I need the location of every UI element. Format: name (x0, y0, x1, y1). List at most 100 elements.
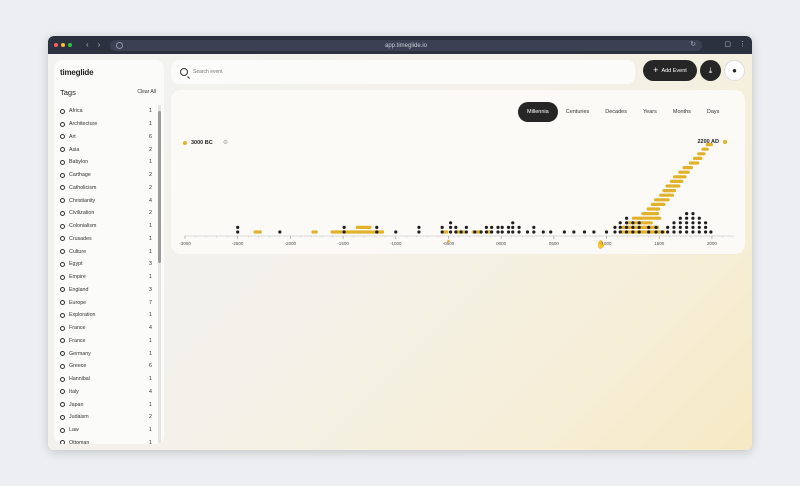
timeline-event-dot[interactable] (691, 225, 695, 229)
tag-item[interactable]: Ottoman 1 (60, 437, 152, 444)
timeline-event-dot[interactable] (375, 225, 379, 229)
tag-item[interactable]: Japan 1 (60, 398, 152, 411)
tab-years[interactable]: Years (635, 102, 665, 122)
timeline-event-dot[interactable] (678, 225, 682, 229)
timeline-event-dot[interactable] (666, 225, 670, 229)
timeline-event-dot[interactable] (448, 230, 453, 234)
tag-item[interactable]: Africa 1 (60, 105, 152, 118)
timeline-event-dot[interactable] (464, 225, 468, 229)
tag-item[interactable]: Asia 2 (60, 143, 152, 156)
tag-radio[interactable] (60, 338, 65, 344)
tab-millennia[interactable]: Millennia (518, 102, 558, 122)
timeline-event-dot[interactable] (624, 216, 629, 220)
timeline-event-dot[interactable] (541, 230, 545, 234)
timeline-event-dot[interactable] (500, 230, 504, 234)
tab-months[interactable]: Months (665, 102, 699, 122)
timeline-event-dot[interactable] (637, 230, 641, 234)
timeline-event-dot[interactable] (496, 225, 500, 229)
timeline-event-dot[interactable] (691, 216, 695, 220)
timeline-event-dot[interactable] (417, 225, 421, 229)
more-menu-icon[interactable]: ⋮ (739, 40, 746, 49)
back-arrow-icon[interactable]: ‹ (86, 41, 89, 49)
tag-radio[interactable] (60, 287, 65, 293)
app-logo[interactable]: timeglide (60, 68, 94, 77)
timeline-event-dot[interactable] (704, 225, 708, 229)
tag-radio[interactable] (60, 249, 65, 255)
tag-radio[interactable] (60, 427, 65, 433)
reload-icon[interactable]: ↻ (690, 41, 696, 49)
tag-radio[interactable] (60, 121, 65, 127)
timeline-event-dot[interactable] (685, 212, 689, 216)
timeline-event-dot[interactable] (473, 230, 477, 234)
timeline-event-dot[interactable] (490, 230, 494, 234)
tag-radio[interactable] (60, 134, 65, 140)
timeline-event-dot[interactable] (691, 230, 695, 234)
forward-arrow-icon[interactable]: › (98, 41, 101, 49)
timeline-event-dot[interactable] (454, 230, 458, 234)
timeline-event-dot[interactable] (685, 230, 689, 234)
clear-all-button[interactable]: Clear All (137, 89, 156, 95)
timeline-event-dot[interactable] (624, 230, 629, 234)
tag-radio[interactable] (60, 108, 65, 114)
timeline-event-dot[interactable] (511, 221, 515, 225)
timeline-event-dot[interactable] (672, 225, 676, 229)
timeline-event-dot[interactable] (506, 225, 511, 229)
timeline-event-span[interactable] (311, 230, 318, 234)
timeline-event-dot[interactable] (678, 221, 682, 225)
timeline-event-dot[interactable] (506, 230, 511, 234)
timeline-event-dot[interactable] (484, 225, 488, 229)
timeline-event-dot[interactable] (500, 225, 504, 229)
tag-item[interactable]: Catholicism 2 (60, 182, 152, 195)
timeline-event-dot[interactable] (691, 221, 695, 225)
tag-item[interactable]: Carthage 2 (60, 169, 152, 182)
timeline-event-span[interactable] (631, 216, 662, 220)
timeline-event-dot[interactable] (666, 230, 670, 234)
timeline-event-dot[interactable] (464, 230, 468, 234)
extensions-icon[interactable]: ▢ (724, 40, 731, 49)
timeline-event-span[interactable] (641, 212, 660, 216)
timeline-event-dot[interactable] (511, 230, 515, 234)
timeline-event-dot[interactable] (624, 221, 629, 225)
timeline-event-dot[interactable] (417, 230, 421, 234)
timeline-event-dot[interactable] (375, 230, 379, 234)
timeline-event-dot[interactable] (678, 216, 682, 220)
timeline-event-dot[interactable] (549, 230, 553, 234)
tag-radio[interactable] (60, 376, 65, 382)
timeline-event-dot[interactable] (697, 225, 701, 229)
timeline-event-dot[interactable] (454, 225, 458, 229)
tab-decades[interactable]: Decades (597, 102, 635, 122)
timeline-event-span[interactable] (692, 156, 703, 160)
timeline-event-dot[interactable] (459, 230, 463, 234)
timeline-event-dot[interactable] (697, 221, 701, 225)
tag-radio[interactable] (60, 159, 65, 165)
timeline-event-dot[interactable] (236, 225, 240, 229)
tag-item[interactable]: Architecture 1 (60, 118, 152, 131)
tag-radio[interactable] (60, 198, 65, 204)
tag-radio[interactable] (60, 223, 65, 229)
timeline-event-dot[interactable] (613, 230, 617, 234)
tag-item[interactable]: Exploration 1 (60, 309, 152, 322)
timeline-event-span[interactable] (672, 175, 687, 179)
tag-item[interactable]: France 4 (60, 322, 152, 335)
tag-item[interactable]: Colonialism 1 (60, 220, 152, 233)
timeline-event-span[interactable] (653, 198, 670, 202)
timeline-event-dot[interactable] (654, 225, 658, 229)
tag-radio[interactable] (60, 185, 65, 191)
tag-item[interactable]: Law 1 (60, 424, 152, 437)
timeline-event-dot[interactable] (479, 230, 483, 234)
timeline-event-dot[interactable] (525, 230, 530, 234)
timeline-event-dot[interactable] (448, 221, 453, 225)
timeline-event-dot[interactable] (631, 225, 635, 229)
tag-radio[interactable] (60, 147, 65, 153)
timeline-event-dot[interactable] (342, 225, 346, 229)
sidebar-scrollbar[interactable] (158, 105, 161, 444)
timeline-event-dot[interactable] (709, 230, 713, 234)
tag-radio[interactable] (60, 325, 65, 331)
timeline-event-dot[interactable] (592, 230, 596, 234)
timeline-event-dot[interactable] (618, 221, 622, 225)
timeline-event-dot[interactable] (572, 230, 576, 234)
tag-radio[interactable] (60, 274, 65, 280)
tag-radio[interactable] (60, 389, 65, 395)
timeline-event-dot[interactable] (236, 230, 240, 234)
timeline-event-dot[interactable] (631, 221, 635, 225)
